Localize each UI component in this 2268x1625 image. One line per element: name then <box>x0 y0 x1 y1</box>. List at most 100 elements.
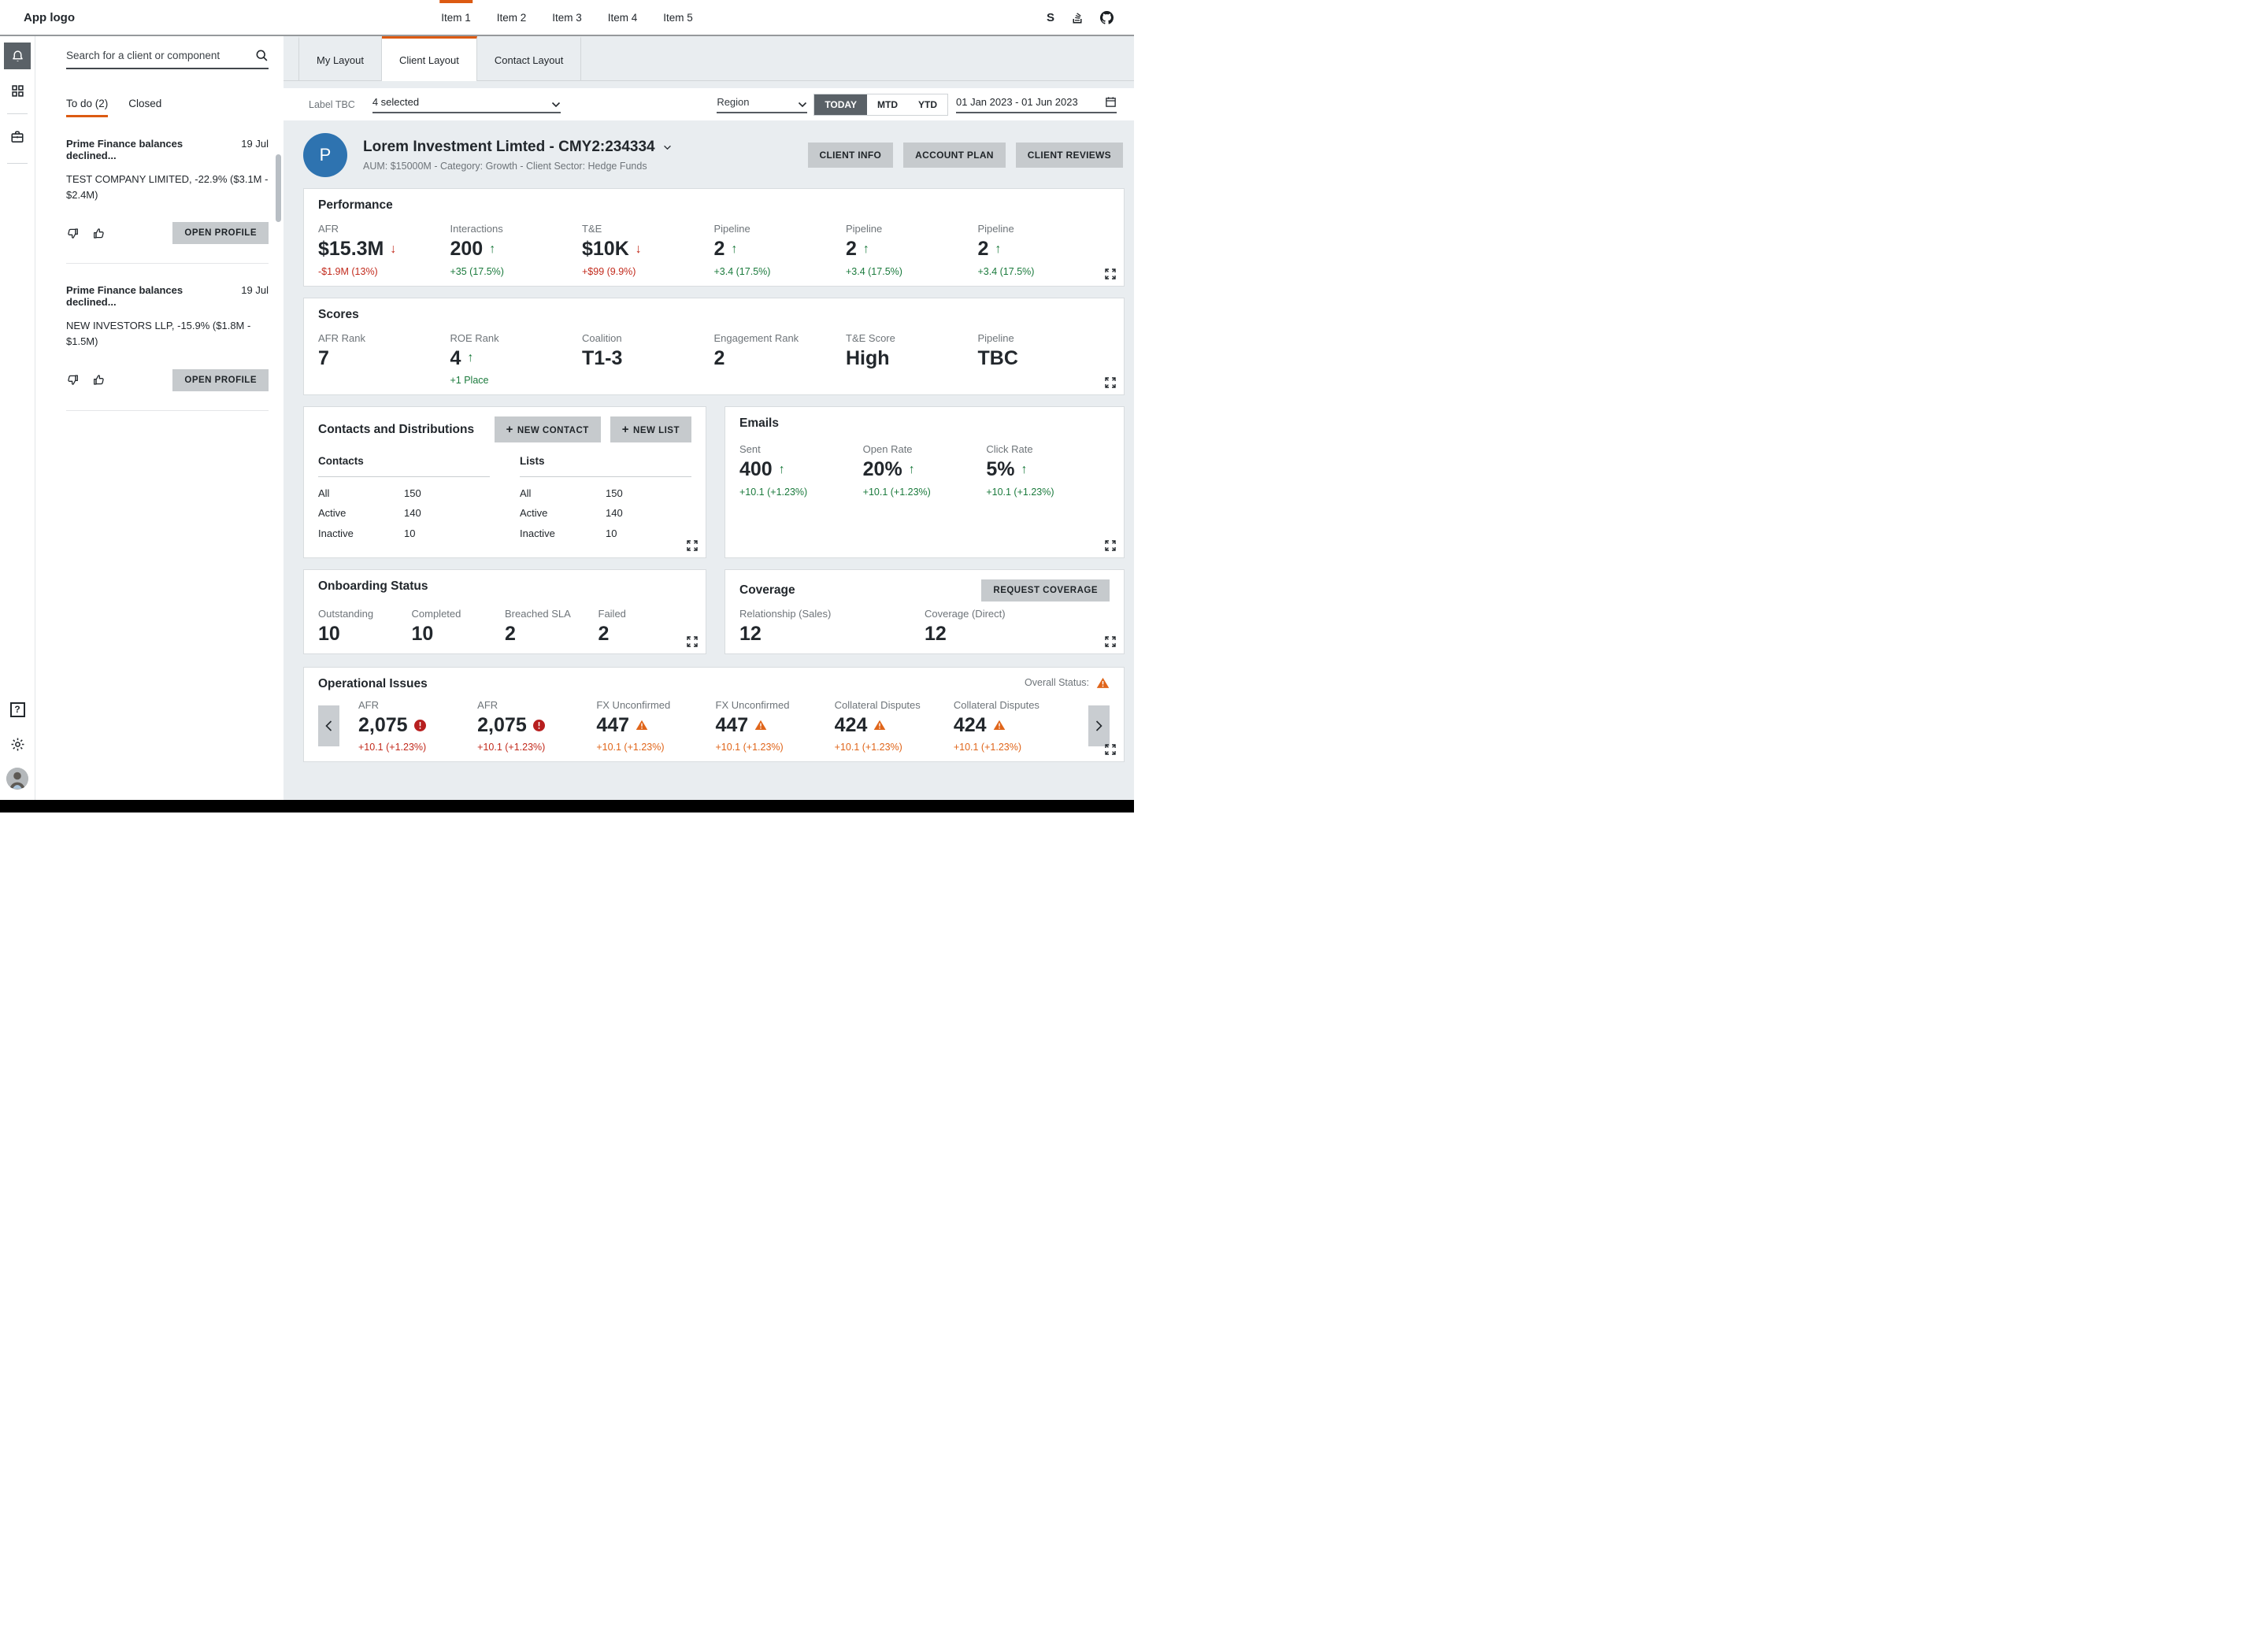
thumbs-down-icon[interactable] <box>66 373 80 387</box>
error-icon <box>414 720 426 731</box>
client-reviews-button[interactable]: CLIENT REVIEWS <box>1016 143 1123 168</box>
search-input[interactable] <box>66 50 255 61</box>
metric-pipeline: Pipeline 2↑ +3.4 (17.5%) <box>846 223 978 278</box>
period-ytd[interactable]: YTD <box>908 94 947 115</box>
emails-card: Emails Sent 400↑ +10.1 (+1.23%) Open Rat… <box>724 406 1125 558</box>
scrollbar-thumb[interactable] <box>276 154 281 222</box>
account-plan-button[interactable]: ACCOUNT PLAN <box>903 143 1006 168</box>
apps-grid-icon[interactable] <box>4 77 31 104</box>
metric-collateral-disputes: Collateral Disputes 424 +10.1 (+1.23%) <box>835 699 954 754</box>
notification-date: 19 Jul <box>241 138 269 161</box>
warning-icon <box>873 720 886 731</box>
new-list-button[interactable]: +NEW LIST <box>610 416 691 442</box>
section-title: Emails <box>739 416 1110 431</box>
help-icon[interactable]: ? <box>4 696 31 723</box>
client-name-dropdown[interactable]: Lorem Investment Limted - CMY2:234334 <box>363 139 672 156</box>
period-segmented-control: TODAY MTD YTD <box>813 94 948 116</box>
request-coverage-button[interactable]: REQUEST COVERAGE <box>981 579 1110 602</box>
period-today[interactable]: TODAY <box>814 94 867 115</box>
github-icon[interactable] <box>1100 11 1114 24</box>
open-profile-button[interactable]: OPEN PROFILE <box>172 222 269 244</box>
metric-interactions: Interactions 200↑ +35 (17.5%) <box>450 223 583 278</box>
trend-up-icon: ↑ <box>1021 463 1027 477</box>
expand-icon[interactable] <box>1105 636 1116 647</box>
open-profile-button[interactable]: OPEN PROFILE <box>172 369 269 391</box>
rail-divider <box>7 163 28 164</box>
client-avatar: P <box>303 133 347 177</box>
trend-down-icon: ↓ <box>636 242 642 257</box>
tab-to-do[interactable]: To do (2) <box>66 98 108 117</box>
notifications-bell-icon[interactable] <box>4 43 31 69</box>
tab-contact-layout[interactable]: Contact Layout <box>477 36 581 81</box>
s-icon[interactable]: S <box>1047 11 1054 24</box>
plus-icon: + <box>622 423 629 436</box>
notification-card: Prime Finance balances declined... 19 Ju… <box>66 117 269 264</box>
expand-icon[interactable] <box>687 636 698 647</box>
date-range-field[interactable]: 01 Jan 2023 - 01 Jun 2023 <box>956 96 1117 113</box>
trend-up-icon: ↑ <box>863 242 869 257</box>
carousel-right-button[interactable] <box>1088 705 1110 746</box>
warning-icon <box>993 720 1006 731</box>
new-contact-button[interactable]: +NEW CONTACT <box>495 416 601 442</box>
expand-icon[interactable] <box>1105 744 1116 755</box>
client-info-button[interactable]: CLIENT INFO <box>808 143 894 168</box>
period-mtd[interactable]: MTD <box>867 94 908 115</box>
trend-up-icon: ↑ <box>909 463 915 477</box>
expand-icon[interactable] <box>1105 540 1116 551</box>
nav-item-4[interactable]: Item 4 <box>608 0 638 35</box>
calendar-icon <box>1105 96 1117 108</box>
metric-click-rate: Click Rate 5%↑ +10.1 (+1.23%) <box>986 443 1110 498</box>
metric-sent: Sent 400↑ +10.1 (+1.23%) <box>739 443 863 498</box>
performance-card: Performance AFR $15.3M↓ -$1.9M (13%) Int… <box>303 188 1125 287</box>
metric-coalition: Coalition T1-3 <box>582 332 714 387</box>
region-dropdown[interactable]: Region <box>717 96 807 113</box>
metric-pipeline: Pipeline 2↑ +3.4 (17.5%) <box>714 223 847 278</box>
metric-outstanding: Outstanding 10 <box>318 608 412 646</box>
thumbs-up-icon[interactable] <box>92 227 106 240</box>
tab-closed[interactable]: Closed <box>128 98 161 117</box>
trend-up-icon: ↑ <box>779 463 785 477</box>
user-avatar[interactable] <box>4 765 31 792</box>
tab-my-layout[interactable]: My Layout <box>298 36 382 81</box>
top-bar: App logo Item 1 Item 2 Item 3 Item 4 Ite… <box>0 0 1134 36</box>
chevron-down-icon <box>663 145 672 150</box>
client-meta: AUM: $15000M - Category: Growth - Client… <box>363 161 672 172</box>
scores-card: Scores AFR Rank 7 ROE Rank 4↑ +1 Place C… <box>303 298 1125 396</box>
thumbs-down-icon[interactable] <box>66 227 80 240</box>
section-title: Onboarding Status <box>318 579 691 594</box>
section-title: Contacts and Distributions <box>318 423 474 437</box>
trend-up-icon: ↑ <box>731 242 737 257</box>
table-row: Active140 <box>318 503 490 523</box>
settings-gear-icon[interactable] <box>4 731 31 757</box>
carousel-left-button[interactable] <box>318 705 339 746</box>
tab-client-layout[interactable]: Client Layout <box>382 36 477 81</box>
nav-item-3[interactable]: Item 3 <box>552 0 582 35</box>
expand-icon[interactable] <box>1105 377 1116 388</box>
nav-item-1[interactable]: Item 1 <box>441 0 471 35</box>
nav-item-5[interactable]: Item 5 <box>663 0 693 35</box>
table-row: Inactive10 <box>520 524 691 543</box>
client-header: P Lorem Investment Limted - CMY2:234334 … <box>303 133 1123 177</box>
icon-rail: ? <box>0 36 35 800</box>
briefcase-icon[interactable] <box>4 124 31 150</box>
metric-collateral-disputes: Collateral Disputes 424 +10.1 (+1.23%) <box>954 699 1073 754</box>
top-nav: Item 1 Item 2 Item 3 Item 4 Item 5 <box>441 0 693 35</box>
metric-breached-sla: Breached SLA 2 <box>505 608 598 646</box>
label-select-dropdown[interactable]: 4 selected <box>372 96 561 113</box>
metric-roe-rank: ROE Rank 4↑ +1 Place <box>450 332 583 387</box>
metric-afr-issues: AFR 2,075 +10.1 (+1.23%) <box>477 699 596 754</box>
nav-item-2[interactable]: Item 2 <box>497 0 527 35</box>
divider <box>520 476 691 477</box>
notification-date: 19 Jul <box>241 284 269 308</box>
thumbs-up-icon[interactable] <box>92 373 106 387</box>
warning-icon <box>754 720 767 731</box>
notification-body: TEST COMPANY LIMITED, -22.9% ($3.1M - $2… <box>66 172 269 203</box>
section-title: Scores <box>318 308 1110 322</box>
search-icon[interactable] <box>255 49 269 62</box>
notification-body: NEW INVESTORS LLP, -15.9% ($1.8M - $1.5M… <box>66 318 269 350</box>
expand-icon[interactable] <box>687 540 698 551</box>
metric-afr-rank: AFR Rank 7 <box>318 332 450 387</box>
expand-icon[interactable] <box>1105 268 1116 279</box>
metric-te: T&E $10K↓ +$99 (9.9%) <box>582 223 714 278</box>
stackoverflow-icon[interactable] <box>1071 11 1084 24</box>
